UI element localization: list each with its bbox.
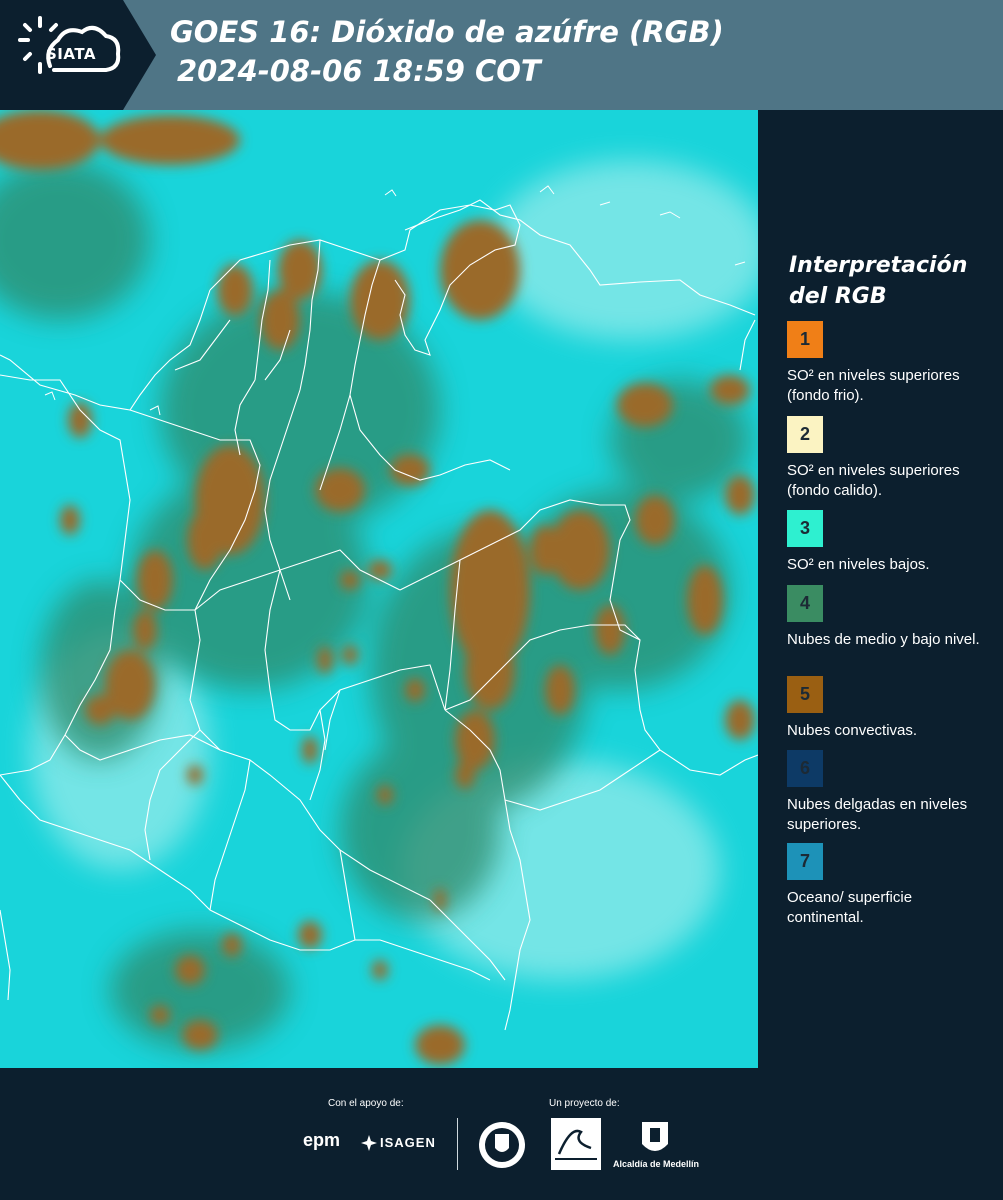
legend-text: SO² en niveles superiores (fondo frio). <box>787 367 960 404</box>
legend-item-5: 5 Nubes convectivas. <box>787 676 987 761</box>
legend-swatch: 7 <box>787 843 823 880</box>
support-label: Con el apoyo de: <box>328 1098 404 1109</box>
header-bar: SIATA GOES 16: Dióxido de azúfre (RGB) 2… <box>0 0 1003 110</box>
footer: Con el apoyo de: Un proyecto de: epm ISA… <box>0 1068 1003 1200</box>
legend-swatch: 5 <box>787 676 823 713</box>
legend-swatch: 2 <box>787 416 823 453</box>
area-metropolitana-logo <box>551 1118 601 1170</box>
alcaldia-label: Alcaldía de Medellín <box>613 1159 700 1169</box>
legend-text: Nubes delgadas en niveles superiores. <box>787 796 968 833</box>
logo-text: SIATA <box>46 45 97 63</box>
satellite-map <box>0 110 758 1068</box>
legend-text: Oceano/ superficie continental. <box>787 889 913 926</box>
isagen-star-icon <box>361 1135 377 1151</box>
legend-swatch: 4 <box>787 585 823 622</box>
map-image <box>0 110 758 1068</box>
page-title: GOES 16: Dióxido de azúfre (RGB) <box>170 15 724 49</box>
legend-title: Interpretación del RGB <box>789 253 968 309</box>
legend-item-1: 1 SO² en niveles superiores (fondo frio). <box>787 321 987 406</box>
legend-item-6: 6 Nubes delgadas en niveles superiores. <box>787 750 987 835</box>
legend-item-3: 3 SO² en niveles bajos. <box>787 510 987 595</box>
legend-item-2: 2 SO² en niveles superiores (fondo calido… <box>787 416 987 501</box>
legend-item-7: 7 Oceano/ superficie continental. <box>787 843 987 928</box>
medellin-seal-icon <box>479 1122 525 1168</box>
legend-item-4: 4 Nubes de medio y bajo nivel. <box>787 585 987 670</box>
page-subtitle-datetime: 2024-08-06 18:59 COT <box>177 54 541 88</box>
legend-swatch: 1 <box>787 321 823 358</box>
footer-divider <box>457 1118 458 1170</box>
legend-text: SO² en niveles superiores (fondo calido)… <box>787 462 960 499</box>
legend-swatch: 6 <box>787 750 823 787</box>
legend-text: Nubes de medio y bajo nivel. <box>787 631 980 648</box>
legend-panel: Interpretación del RGB 1 SO² en niveles s… <box>760 110 1003 1068</box>
project-label: Un proyecto de: <box>549 1098 620 1109</box>
epm-logo: epm <box>303 1130 341 1150</box>
legend-swatch: 3 <box>787 510 823 547</box>
siata-logo: SIATA <box>0 0 156 110</box>
isagen-logo: ISAGEN <box>380 1135 436 1150</box>
alcaldia-shield-icon <box>642 1122 668 1151</box>
